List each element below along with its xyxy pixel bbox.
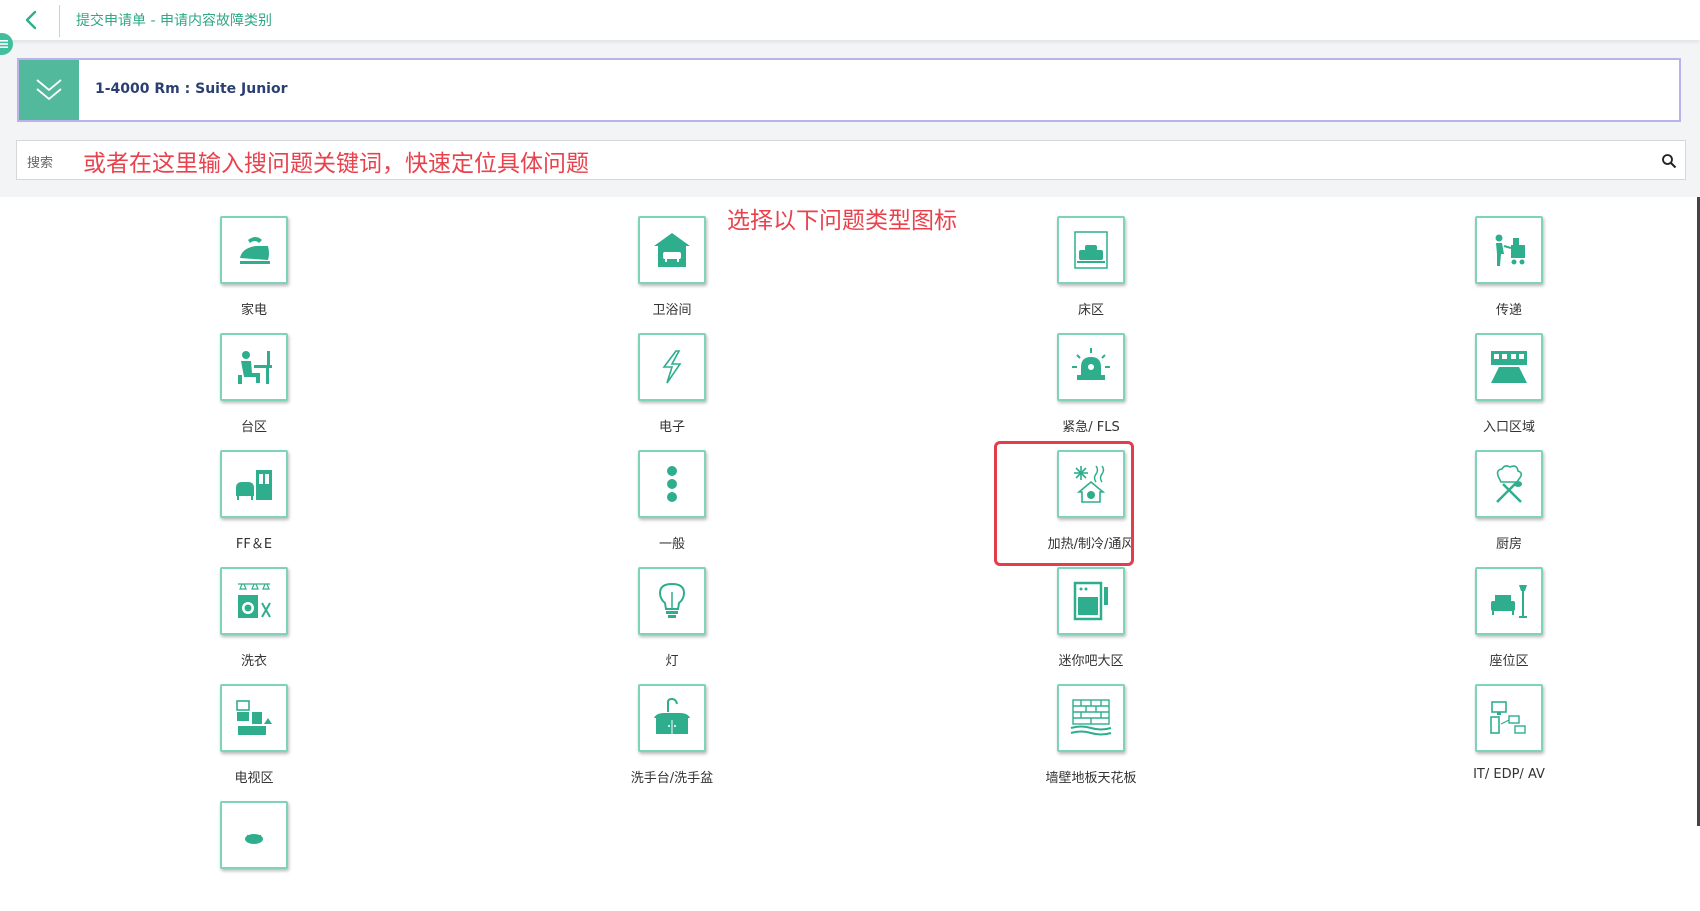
category-label: 座位区 bbox=[1489, 654, 1529, 669]
category-label: 床区 bbox=[1077, 303, 1104, 318]
chevron-left-icon bbox=[25, 10, 37, 30]
category-tile[interactable] bbox=[638, 567, 706, 635]
category-tile[interactable] bbox=[220, 684, 288, 752]
category-label: 加热/制冷/通风 bbox=[1047, 537, 1135, 552]
top-bar: 提交申请单 - 申请内容故障类别 bbox=[0, 0, 1700, 40]
hvac-icon bbox=[1074, 465, 1106, 503]
category-label: 墙壁地板天花板 bbox=[1045, 771, 1137, 786]
search-icon[interactable] bbox=[1661, 153, 1677, 169]
dots-icon bbox=[667, 466, 677, 502]
room-toggle-button[interactable] bbox=[19, 60, 79, 120]
category-hat[interactable] bbox=[184, 801, 324, 911]
divider bbox=[59, 5, 60, 37]
category-alarm-light[interactable]: 紧急/ FLS bbox=[1021, 333, 1161, 443]
category-label: 洗手台/洗手盆 bbox=[630, 771, 714, 786]
bed-icon bbox=[1074, 231, 1108, 269]
category-minibar-fridge[interactable]: 迷你吧大区 bbox=[1021, 567, 1161, 677]
category-sink[interactable]: 洗手台/洗手盆 bbox=[602, 684, 742, 794]
category-tile[interactable] bbox=[220, 216, 288, 284]
category-tile[interactable] bbox=[638, 450, 706, 518]
double-chevron-down-icon bbox=[36, 79, 62, 101]
category-label: 洗衣 bbox=[240, 654, 267, 669]
sink-icon bbox=[654, 697, 690, 734]
category-label: 厨房 bbox=[1495, 537, 1522, 552]
category-light-bulb[interactable]: 灯 bbox=[602, 567, 742, 677]
delivery-cart-icon bbox=[1495, 234, 1525, 266]
room-selector[interactable]: 1-4000 Rm : Suite Junior bbox=[17, 58, 1681, 122]
category-dots[interactable]: 一般 bbox=[602, 450, 742, 560]
category-label: 电视区 bbox=[234, 771, 274, 786]
it-devices-icon bbox=[1490, 701, 1526, 734]
light-bulb-icon bbox=[658, 582, 686, 618]
category-furniture[interactable]: FF＆E bbox=[184, 450, 324, 560]
chef-hat-utensils-icon bbox=[1496, 465, 1523, 503]
furniture-icon bbox=[236, 470, 272, 500]
search-bar: 搜索 或者在这里输入搜问题关键词，快速定位具体问题 bbox=[16, 140, 1686, 181]
category-label: 灯 bbox=[665, 654, 679, 669]
iron-icon bbox=[240, 237, 270, 264]
category-sofa-lamp[interactable]: 座位区 bbox=[1439, 567, 1579, 677]
category-label: 家电 bbox=[240, 303, 267, 318]
category-washing-machine[interactable]: 洗衣 bbox=[184, 567, 324, 677]
category-tile[interactable] bbox=[638, 333, 706, 401]
category-bed[interactable]: 床区 bbox=[1021, 216, 1161, 326]
category-hvac[interactable]: 加热/制冷/通风 bbox=[1021, 450, 1161, 560]
category-tile[interactable] bbox=[220, 450, 288, 518]
bathtub-house-icon bbox=[654, 233, 690, 267]
category-bathtub-house[interactable]: 卫浴间 bbox=[602, 216, 742, 326]
search-input[interactable] bbox=[61, 141, 1645, 181]
category-tile[interactable] bbox=[1475, 450, 1543, 518]
category-label: 台区 bbox=[240, 420, 267, 435]
category-tile[interactable] bbox=[638, 216, 706, 284]
category-iron[interactable]: 家电 bbox=[184, 216, 324, 326]
category-tile[interactable] bbox=[1057, 216, 1125, 284]
room-label: 1-4000 Rm : Suite Junior bbox=[95, 81, 288, 97]
category-tile[interactable] bbox=[220, 567, 288, 635]
category-tile[interactable] bbox=[1475, 216, 1543, 284]
category-label: 卫浴间 bbox=[652, 303, 692, 318]
lightning-icon bbox=[662, 350, 682, 384]
category-label: 传递 bbox=[1495, 303, 1522, 318]
category-tile[interactable] bbox=[1475, 567, 1543, 635]
category-desk-person[interactable]: 台区 bbox=[184, 333, 324, 443]
category-tile[interactable] bbox=[1057, 567, 1125, 635]
category-it-devices[interactable]: IT/ EDP/ AV bbox=[1439, 684, 1579, 794]
category-tile[interactable] bbox=[1057, 684, 1125, 752]
category-tile[interactable] bbox=[1475, 684, 1543, 752]
category-tile[interactable] bbox=[1057, 450, 1125, 518]
category-tile[interactable] bbox=[220, 801, 288, 869]
category-label: 电子 bbox=[658, 420, 685, 435]
alarm-light-icon bbox=[1072, 348, 1110, 380]
category-chef-hat-utensils[interactable]: 厨房 bbox=[1439, 450, 1579, 560]
back-button[interactable] bbox=[18, 6, 44, 34]
category-tile[interactable] bbox=[1475, 333, 1543, 401]
category-brick-wall[interactable]: 墙壁地板天花板 bbox=[1021, 684, 1161, 794]
category-tile[interactable] bbox=[638, 684, 706, 752]
category-label: 紧急/ FLS bbox=[1062, 420, 1120, 435]
category-tv-area[interactable]: 电视区 bbox=[184, 684, 324, 794]
desk-person-icon bbox=[238, 351, 272, 384]
washing-machine-icon bbox=[238, 583, 271, 618]
category-tile[interactable] bbox=[220, 333, 288, 401]
sofa-lamp-icon bbox=[1491, 585, 1527, 618]
hat-icon bbox=[245, 834, 263, 844]
category-lightning[interactable]: 电子 bbox=[602, 333, 742, 443]
category-label: IT/ EDP/ AV bbox=[1473, 767, 1545, 782]
grid-annotation: 选择以下问题类型图标 bbox=[727, 208, 957, 234]
category-label: 入口区域 bbox=[1482, 420, 1535, 435]
menu-icon bbox=[0, 40, 8, 48]
category-label: 迷你吧大区 bbox=[1058, 654, 1124, 669]
search-label: 搜索 bbox=[27, 156, 54, 171]
tv-area-icon bbox=[236, 700, 272, 735]
category-delivery-cart[interactable]: 传递 bbox=[1439, 216, 1579, 326]
category-entrance[interactable]: 入口区域 bbox=[1439, 333, 1579, 443]
category-label: FF＆E bbox=[235, 537, 273, 552]
breadcrumb: 提交申请单 - 申请内容故障类别 bbox=[76, 13, 272, 29]
category-label: 一般 bbox=[658, 537, 685, 552]
category-tile[interactable] bbox=[1057, 333, 1125, 401]
minibar-fridge-icon bbox=[1073, 581, 1108, 621]
brick-wall-icon bbox=[1070, 699, 1112, 736]
entrance-icon bbox=[1491, 351, 1527, 383]
